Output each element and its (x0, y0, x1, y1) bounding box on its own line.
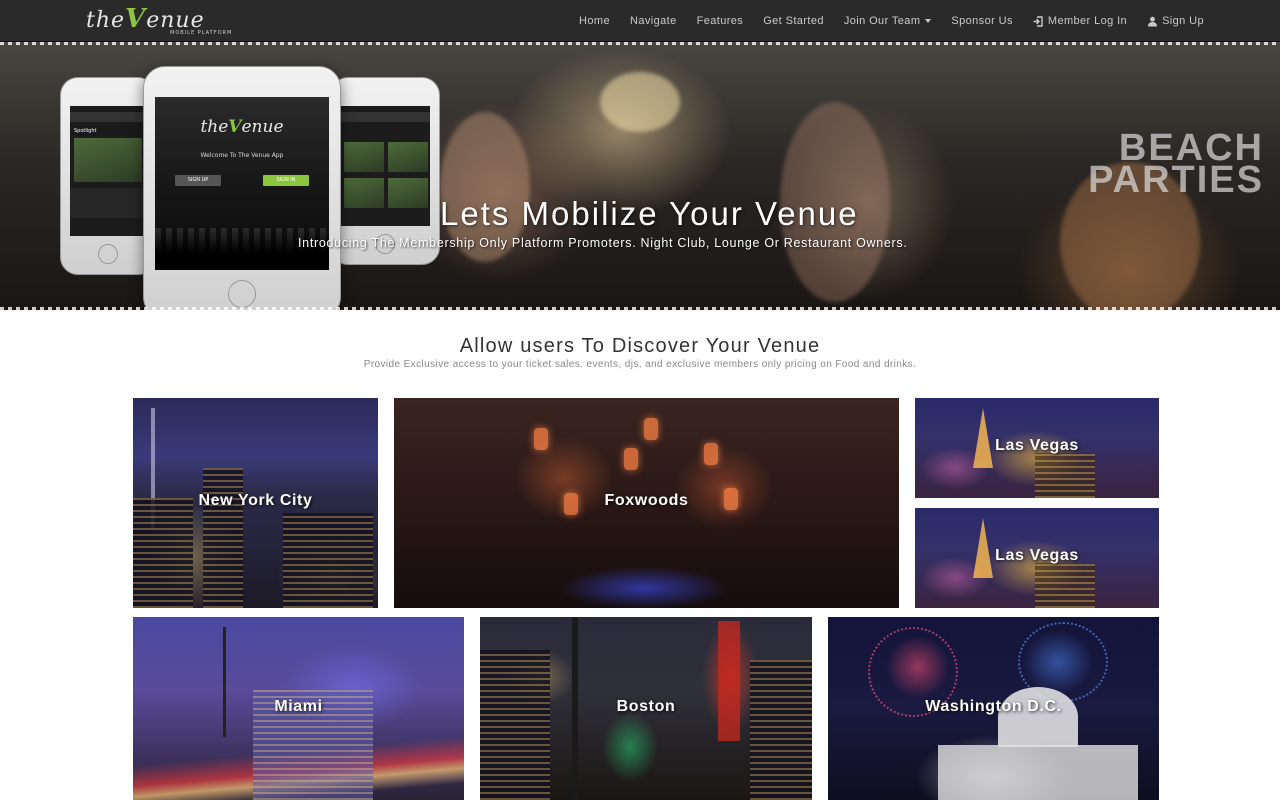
stage-light (600, 72, 680, 132)
nav-sponsor-us-label: Sponsor Us (951, 15, 1013, 27)
venue-tile-las-vegas[interactable]: Las Vegas (915, 508, 1159, 608)
venue-label: Las Vegas (995, 437, 1079, 454)
venue-label: Boston (616, 697, 676, 715)
venue-label: Miami (274, 697, 323, 715)
lantern-shape (644, 418, 658, 440)
building-shape (203, 468, 243, 608)
phone-auth-buttons: SIGN UP SIGN IN (175, 175, 309, 186)
phone-spotlight-image (74, 138, 142, 182)
paramount-sign-shape (718, 621, 740, 741)
phone-grid-tile (388, 142, 428, 172)
phone-home-button (98, 244, 118, 264)
phone-spotlight-label: Spotlight (70, 126, 146, 136)
nav-features[interactable]: Features (697, 15, 744, 27)
nav-sign-up-label: Sign Up (1162, 15, 1204, 27)
badge-line-2: PARTIES (1088, 159, 1264, 201)
nav-get-started-label: Get Started (763, 15, 824, 27)
nav-member-log-in-label: Member Log In (1047, 15, 1128, 27)
phone-mockup-center: theVenue Welcome To The Venue App SIGN U… (143, 66, 341, 310)
nav-navigate[interactable]: Navigate (630, 15, 677, 27)
venue-tile-washington-dc[interactable]: Washington D.C. (828, 617, 1159, 800)
phone-event-list (70, 188, 146, 218)
navbar: theVenue MOBILE PLATFORM Home Navigate F… (0, 0, 1280, 42)
discover-title: Allow users To Discover Your Venue (459, 335, 821, 357)
main-nav: Home Navigate Features Get Started Join … (559, 0, 1204, 42)
venue-tile-foxwoods[interactable]: Foxwoods (394, 398, 899, 608)
building-shape (1035, 563, 1095, 608)
nav-navigate-label: Navigate (629, 15, 677, 27)
brand-tagline: MOBILE PLATFORM (170, 30, 233, 36)
phone-mockup-left: Spotlight (60, 77, 156, 275)
phone-sign-in-button: SIGN IN (263, 175, 309, 186)
venue-label: Las Vegas (995, 547, 1079, 564)
venue-tile-new-york-city[interactable]: New York City (133, 398, 378, 608)
phone-search-bar (70, 112, 146, 122)
capitol-dome-shape (998, 687, 1078, 747)
phone-grid-tile (388, 178, 428, 208)
phone-sign-up-button: SIGN UP (175, 175, 221, 186)
venue-tile-boston[interactable]: Boston (480, 617, 812, 800)
nav-features-label: Features (696, 15, 744, 27)
phone-screen: Spotlight (70, 106, 146, 236)
phone-logo-v: V (228, 117, 242, 137)
phone-grid-tile (344, 178, 384, 208)
nav-sponsor-us[interactable]: Sponsor Us (951, 15, 1012, 27)
brand-v: V (125, 4, 147, 34)
phone-grid-tile (344, 142, 384, 172)
building-shape (133, 498, 193, 608)
nav-member-log-in[interactable]: Member Log In (1033, 15, 1127, 27)
building-shape (480, 650, 550, 800)
phone-welcome-text: Welcome To The Venue App (200, 152, 284, 159)
phone-logo-suffix: enue (241, 117, 284, 137)
phone-logo-prefix: the (200, 117, 229, 137)
phone-screen (340, 106, 430, 226)
lantern-shape (534, 428, 548, 450)
hero-subtitle: Introducing The Membership Only Platform… (298, 236, 908, 250)
venue-label: Washington D.C. (925, 697, 1062, 715)
user-icon (1147, 16, 1158, 27)
building-shape (283, 513, 373, 608)
discover-subtitle: Provide Exclusive access to your ticket … (363, 359, 917, 370)
nav-get-started[interactable]: Get Started (763, 15, 824, 27)
nav-home-label: Home (579, 15, 610, 27)
palm-tree-shape (223, 627, 226, 737)
building-shape (1035, 453, 1095, 498)
lantern-shape (624, 448, 638, 470)
nav-join-our-team-dropdown[interactable]: Join Our Team (844, 15, 932, 27)
lantern-shape (704, 443, 718, 465)
nav-home[interactable]: Home (579, 15, 610, 27)
phone-app-logo: theVenue (155, 117, 329, 137)
hero-title: Lets Mobilize Your Venue (440, 195, 859, 232)
caret-down-icon (925, 19, 932, 23)
phone-header-bar (340, 112, 430, 122)
venue-tile-las-vegas[interactable]: Las Vegas (915, 398, 1159, 498)
phone-home-button (228, 280, 256, 308)
beach-parties-badge: BEACH PARTIES (1088, 129, 1264, 201)
brand-prefix: the (86, 8, 126, 33)
venue-label: New York City (198, 492, 313, 509)
venue-tile-miami[interactable]: Miami (133, 617, 464, 800)
brand-logo[interactable]: theVenue MOBILE PLATFORM (86, 4, 238, 38)
nav-sign-up[interactable]: Sign Up (1147, 15, 1204, 27)
capitol-building-shape (938, 745, 1138, 800)
building-shape (750, 660, 812, 800)
hero-banner: Spotlight theVenue Welcome To The Venue … (0, 42, 1280, 310)
venue-label: Foxwoods (604, 492, 689, 509)
nav-join-our-team-label: Join Our Team (843, 15, 921, 27)
sign-in-icon (1033, 15, 1044, 27)
